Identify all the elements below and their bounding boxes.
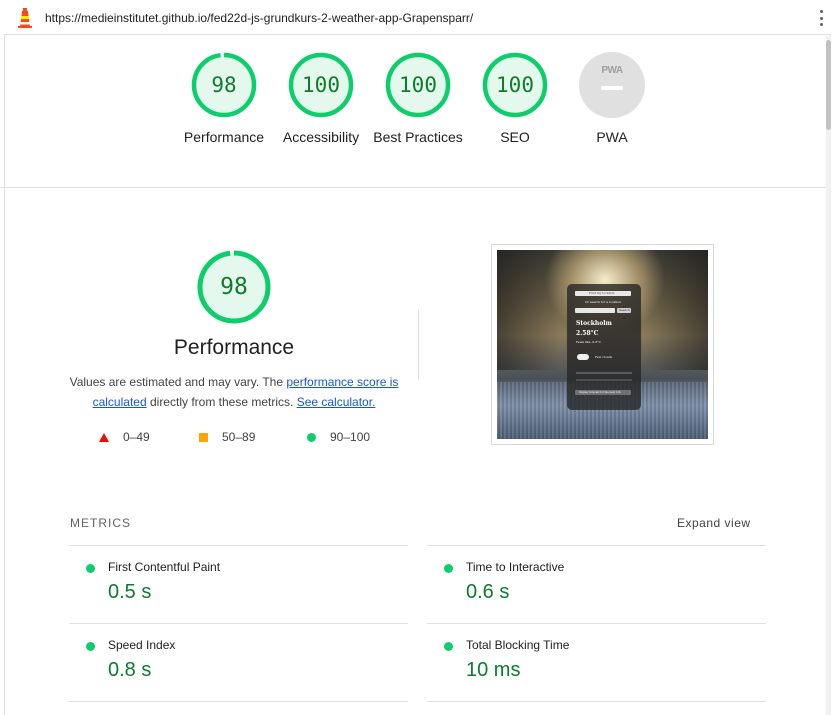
metric-title: Total Blocking Time <box>466 638 570 652</box>
performance-title: Performance <box>173 336 295 359</box>
feels-like: Feels like -0.8°C <box>576 340 601 344</box>
more-options-icon[interactable] <box>818 10 824 26</box>
divider <box>418 310 419 380</box>
gauge-score: 100 <box>399 73 437 97</box>
divider <box>427 701 766 702</box>
metric-title: First Contentful Paint <box>108 560 221 574</box>
city-name: Stockholm <box>576 320 612 327</box>
scrollbar-track[interactable] <box>826 36 831 715</box>
legend-fail: 0–49 <box>99 430 150 444</box>
performance-score: 98 <box>220 274 248 300</box>
divider <box>69 701 408 702</box>
condition: Few clouds <box>595 355 613 359</box>
pass-circle-icon <box>444 642 453 651</box>
lighthouse-icon <box>18 8 32 28</box>
gauge-ring: 100 <box>288 52 354 118</box>
gauge-label: Performance <box>183 129 265 145</box>
search-button-label: Search <box>619 308 630 312</box>
metric-value: 10 ms <box>466 659 521 681</box>
gauge-label: SEO <box>500 129 530 145</box>
gauge-label: PWA <box>596 129 628 145</box>
gauge-performance[interactable]: 98 Performance <box>174 52 274 147</box>
legend-average-label: 50–89 <box>222 430 256 444</box>
score-gauges: 98 Performance 100 Accessibility 100 Bes… <box>0 36 826 188</box>
gauge-ring: 100 <box>482 52 548 118</box>
metric-value: 0.8 s <box>108 659 152 681</box>
weather-card: Find my location Or search for a locatio… <box>567 284 641 410</box>
screenshot-image: Find my location Or search for a locatio… <box>497 250 708 439</box>
forecast-row-icons <box>576 372 632 374</box>
legend-fail-label: 0–49 <box>123 430 150 444</box>
performance-gauge: 98 <box>197 250 271 324</box>
metric-first-contentful-paint: First Contentful Paint 0.5 s <box>70 545 370 623</box>
pwa-badge-icon: PWA <box>579 52 645 118</box>
final-screenshot[interactable]: Find my location Or search for a locatio… <box>491 244 714 445</box>
expand-view-button[interactable]: Expand view <box>677 516 751 530</box>
gauge-ring: 100 <box>385 52 451 118</box>
desc-prefix: Values are estimated and may vary. The <box>69 375 287 389</box>
location-button-label: Find my location <box>589 291 615 295</box>
performance-description: Values are estimated and may vary. The p… <box>66 372 402 412</box>
desc-middle: directly from these metrics. <box>146 395 297 409</box>
triangle-icon <box>99 432 109 442</box>
search-field <box>575 308 615 313</box>
pass-circle-icon <box>86 564 95 573</box>
forecast-button-label: Display forecast for the next 12h <box>579 391 621 394</box>
pass-circle-icon <box>86 642 95 651</box>
gauge-label: Accessibility <box>282 129 360 145</box>
square-icon <box>199 432 208 442</box>
pass-circle-icon <box>444 564 453 573</box>
legend-average: 50–89 <box>199 430 255 444</box>
gauge-ring: 98 <box>191 52 257 118</box>
pwa-dash <box>601 86 623 90</box>
pwa-badge-text: PWA <box>601 65 623 76</box>
gauge-label: Best Practices <box>373 129 463 145</box>
legend-pass: 90–100 <box>307 430 370 444</box>
metric-time-to-interactive: Time to Interactive 0.6 s <box>428 545 728 623</box>
gauge-score: 100 <box>302 73 340 97</box>
gauge-seo[interactable]: 100 SEO <box>465 52 565 147</box>
metric-title: Speed Index <box>108 638 176 652</box>
metric-total-blocking-time: Total Blocking Time 10 ms <box>428 623 728 701</box>
circle-icon <box>307 432 316 442</box>
forecast-row-values <box>576 379 632 381</box>
scrollbar-thumb[interactable] <box>826 40 831 130</box>
search-subtitle: Or search for a location <box>585 300 622 304</box>
see-calculator-link[interactable]: See calculator. <box>297 395 376 409</box>
metric-speed-index: Speed Index 0.8 s <box>70 623 370 701</box>
metrics-header: METRICS <box>70 516 131 530</box>
legend-pass-label: 90–100 <box>330 430 371 444</box>
temperature: 2.58°C <box>576 330 599 337</box>
metric-value: 0.6 s <box>466 581 510 603</box>
gauge-accessibility[interactable]: 100 Accessibility <box>271 52 371 147</box>
metric-value: 0.5 s <box>108 581 152 603</box>
gauge-pwa[interactable]: PWA PWA <box>562 52 662 147</box>
metric-title: Time to Interactive <box>466 560 565 574</box>
gauge-score: 98 <box>211 73 237 97</box>
url-bar: https://medieinstitutet.github.io/fed22d… <box>4 0 831 35</box>
gauge-best-practices[interactable]: 100 Best Practices <box>368 52 468 147</box>
cloud-icon <box>577 354 589 360</box>
page-url[interactable]: https://medieinstitutet.github.io/fed22d… <box>45 11 473 25</box>
gauge-score: 100 <box>496 73 534 97</box>
